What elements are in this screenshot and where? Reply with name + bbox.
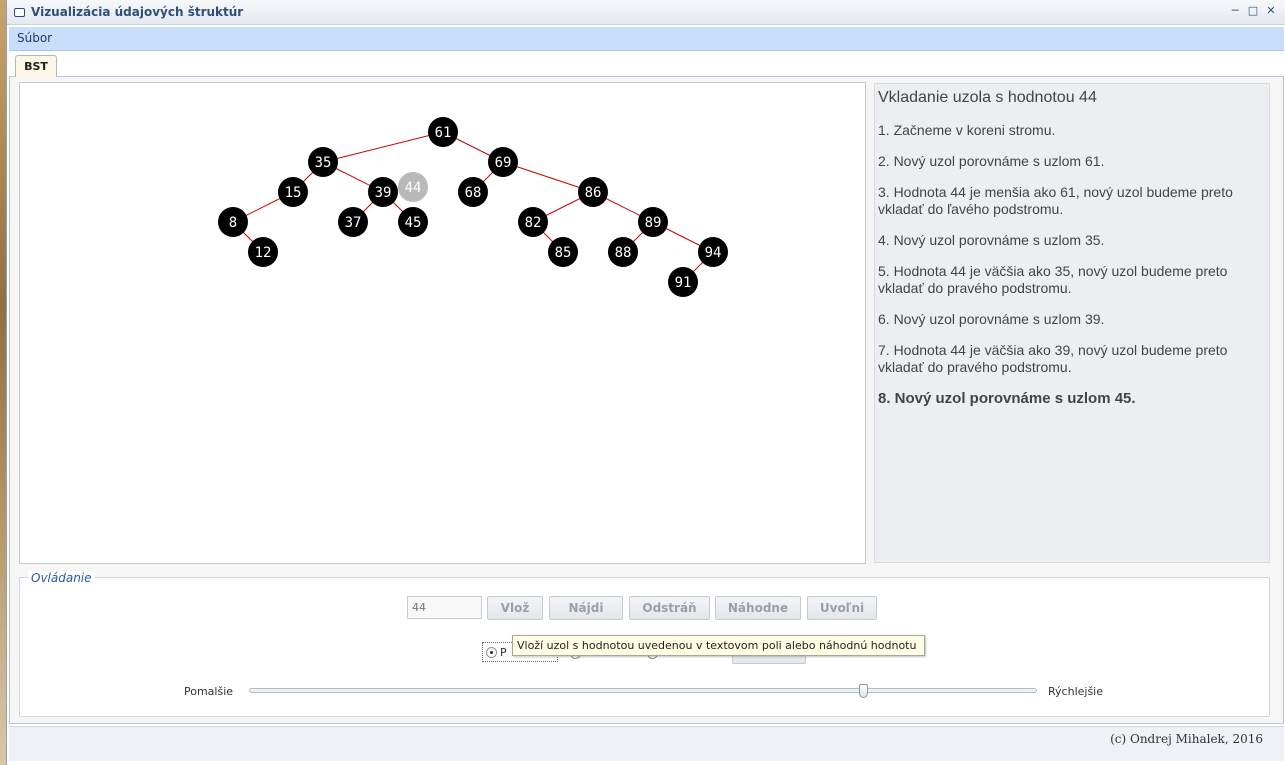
tree-node-label: 8 xyxy=(229,215,237,231)
title-bar: Vizualizácia údajových štruktúr ─ □ ✕ xyxy=(7,0,1285,25)
log-step: 2. Nový uzol porovnáme s uzlom 61. xyxy=(878,153,1105,169)
tree-node-label: 39 xyxy=(375,185,392,201)
controls-panel: Ovládanie Vlož Nájdi Odstráň Náhodne Uvo… xyxy=(19,571,1270,717)
tree-node: 68 xyxy=(458,177,488,207)
log-title: Vkladanie uzola s hodnotou 44 xyxy=(878,89,1097,106)
tree-node-label: 69 xyxy=(495,155,512,171)
tree-node: 12 xyxy=(248,237,278,267)
find-button[interactable]: Nájdi xyxy=(549,596,623,620)
speed-slider[interactable] xyxy=(249,684,1037,698)
tree-node: 88 xyxy=(608,237,638,267)
tree-node: 15 xyxy=(278,177,308,207)
tree-node-label: 94 xyxy=(705,245,722,261)
tree-node: 69 xyxy=(488,147,518,177)
tree-node-label: 15 xyxy=(285,185,302,201)
log-step: 3. Hodnota 44 je menšia ako 61, nový uzo… xyxy=(878,184,1233,217)
speed-slower-label: Pomalšie xyxy=(184,685,234,698)
tree-node-label: 68 xyxy=(465,185,482,201)
tree-node-label: 61 xyxy=(435,125,452,141)
tree-node-label: 82 xyxy=(525,215,542,231)
tree-edge xyxy=(322,131,444,163)
app-window: Vizualizácia údajových štruktúr ─ □ ✕ Sú… xyxy=(6,0,1285,765)
tree-node: 35 xyxy=(308,147,338,177)
step-log-panel: Vkladanie uzola s hodnotou 44 1. Začneme… xyxy=(874,83,1270,563)
close-icon[interactable]: ✕ xyxy=(1263,3,1279,19)
tree-node-label: 85 xyxy=(555,245,572,261)
minimize-icon[interactable]: ─ xyxy=(1227,3,1243,19)
log-step: 5. Hodnota 44 je väčšia ako 35, nový uzo… xyxy=(878,263,1228,296)
tree-node: 94 xyxy=(698,237,728,267)
log-step: 1. Začneme v koreni stromu. xyxy=(878,122,1056,138)
tree-node: 85 xyxy=(548,237,578,267)
traversal-label: P xyxy=(500,646,507,659)
insert-button[interactable]: Vlož xyxy=(487,596,543,620)
speed-faster-label: Rýchlejšie xyxy=(1048,685,1104,698)
tab-strip: BST xyxy=(9,51,1284,78)
bst-tree-diagram: 61 35 69 15 39 44 68 86 8 37 45 82 89 12 85 88 94 91 xyxy=(218,117,728,297)
speed-slider-thumb[interactable] xyxy=(859,684,869,698)
window-title: Vizualizácia údajových štruktúr xyxy=(31,5,244,19)
status-bar: (c) Ondrej Mihalek, 2016 xyxy=(9,726,1284,761)
tree-node: 39 xyxy=(368,177,398,207)
copyright: (c) Ondrej Mihalek, 2016 xyxy=(1110,732,1263,746)
tree-node-label: 86 xyxy=(585,185,602,201)
tree-node-label: 88 xyxy=(615,245,632,261)
menu-file[interactable]: Súbor xyxy=(17,31,52,45)
inserting-node: 44 xyxy=(398,172,428,202)
tree-node: 8 xyxy=(218,207,248,237)
tooltip: Vloží uzol s hodnotou uvedenou v textovo… xyxy=(512,635,925,656)
tree-node-label: 45 xyxy=(405,215,422,231)
tree-node: 91 xyxy=(668,267,698,297)
tree-node-label: 37 xyxy=(345,215,362,231)
tab-bst[interactable]: BST xyxy=(15,55,57,78)
tree-node-label: 44 xyxy=(405,180,422,196)
tab-content: 61 35 69 15 39 44 68 86 8 37 45 82 89 12 85 88 94 91 Vkla… xyxy=(9,77,1284,724)
log-step: 4. Nový uzol porovnáme s uzlom 35. xyxy=(878,232,1105,248)
tree-node: 37 xyxy=(338,207,368,237)
tree-node-label: 91 xyxy=(675,275,692,291)
tree-node: 89 xyxy=(638,207,668,237)
tree-node: 61 xyxy=(428,117,458,147)
log-step: 7. Hodnota 44 je väčšia ako 39, nový uzo… xyxy=(878,342,1228,375)
tree-node: 45 xyxy=(398,207,428,237)
tree-node: 86 xyxy=(578,177,608,207)
tree-canvas: 61 35 69 15 39 44 68 86 8 37 45 82 89 12 85 88 94 91 xyxy=(19,82,866,564)
free-button[interactable]: Uvoľni xyxy=(807,596,877,620)
menu-bar: Súbor xyxy=(9,27,1284,51)
radio-icon[interactable] xyxy=(486,647,497,658)
tree-node: 82 xyxy=(518,207,548,237)
delete-button[interactable]: Odstráň xyxy=(629,596,710,620)
window-icon xyxy=(14,8,25,17)
tree-node-label: 35 xyxy=(315,155,332,171)
tree-node-label: 89 xyxy=(645,215,662,231)
value-input[interactable] xyxy=(407,596,482,619)
random-button[interactable]: Náhodne xyxy=(715,596,801,620)
controls-legend: Ovládanie xyxy=(28,571,95,585)
log-step-active: 8. Nový uzol porovnáme s uzlom 45. xyxy=(878,390,1136,407)
maximize-icon[interactable]: □ xyxy=(1245,3,1261,19)
tree-node-label: 12 xyxy=(255,245,272,261)
log-step: 6. Nový uzol porovnáme s uzlom 39. xyxy=(878,311,1105,327)
